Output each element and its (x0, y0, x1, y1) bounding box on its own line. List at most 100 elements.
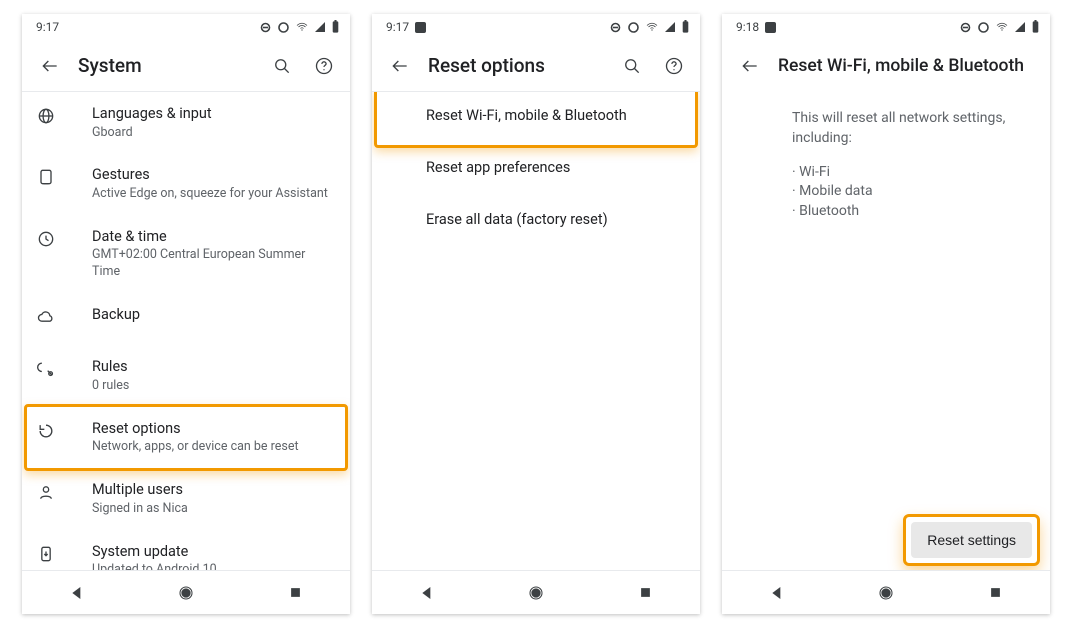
reset-option-reset-wi-fi-mobile-bluetooth[interactable]: Reset Wi-Fi, mobile & Bluetooth (372, 92, 700, 144)
nav-recents-icon (288, 585, 303, 600)
nav-home-icon (178, 585, 194, 601)
setting-item-title: Languages & input (92, 104, 334, 124)
setting-item-subtitle: Active Edge on, squeeze for your Assista… (92, 186, 334, 203)
phone-screen-reset-options: 9:17 Reset options (372, 14, 700, 614)
search-button[interactable] (262, 46, 302, 86)
app-bar: Reset options (372, 40, 700, 92)
nav-recents-button[interactable] (975, 573, 1015, 613)
content-area: Reset Wi-Fi, mobile & Bluetooth Reset app… (372, 92, 700, 570)
back-button[interactable] (732, 48, 768, 84)
nav-home-button[interactable] (516, 573, 556, 613)
setting-item-subtitle: Updated to Android 10 (92, 562, 334, 570)
reset-settings-button[interactable]: Reset settings (911, 522, 1032, 558)
reset-option-label: Erase all data (factory reset) (426, 210, 684, 230)
status-icons (609, 20, 690, 34)
setting-item-title: Multiple users (92, 480, 334, 500)
nav-bar (722, 570, 1050, 614)
signal-icon (314, 21, 326, 33)
setting-item-date-time[interactable]: Date & timeGMT+02:00 Central European Su… (22, 215, 350, 293)
reset-icon (36, 421, 56, 441)
circle-icon (977, 21, 990, 34)
status-icons (959, 20, 1040, 34)
setting-item-gestures[interactable]: GesturesActive Edge on, squeeze for your… (22, 153, 350, 214)
setting-item-title: Date & time (92, 227, 334, 247)
reset-option-reset-app-preferences[interactable]: Reset app preferences (372, 144, 700, 196)
setting-item-title: Gestures (92, 165, 334, 185)
back-arrow-icon (40, 56, 60, 76)
setting-item-rules[interactable]: Rules0 rules (22, 345, 350, 406)
setting-item-subtitle: Network, apps, or device can be reset (92, 439, 334, 456)
nav-recents-button[interactable] (625, 573, 665, 613)
reset-option-label: Reset Wi-Fi, mobile & Bluetooth (426, 106, 684, 126)
reset-option-erase-all-data-factory-reset[interactable]: Erase all data (factory reset) (372, 196, 700, 248)
setting-item-reset-options[interactable]: Reset optionsNetwork, apps, or device ca… (22, 407, 350, 468)
battery-icon (681, 20, 690, 34)
cloud-icon (36, 307, 56, 327)
help-icon (314, 56, 334, 76)
phone-screen-system: 9:17 System (22, 14, 350, 614)
content-area: This will reset all network settings, in… (722, 92, 1050, 570)
content-area: Languages & inputGboardGesturesActive Ed… (22, 92, 350, 570)
setting-item-icon (36, 357, 92, 379)
clock-icon (36, 229, 56, 249)
reset-description-text: This will reset all network settings, in… (792, 108, 1032, 149)
setting-item-title: Reset options (92, 419, 334, 439)
nav-home-icon (528, 585, 544, 601)
setting-item-subtitle: Gboard (92, 125, 334, 142)
back-button[interactable] (32, 48, 68, 84)
status-time: 9:18 (736, 20, 759, 34)
battery-icon (331, 20, 340, 34)
setting-item-icon (36, 542, 92, 564)
bullet-item: Wi-Fi (792, 163, 1032, 183)
nav-home-button[interactable] (166, 573, 206, 613)
search-icon (622, 56, 642, 76)
nav-home-icon (878, 585, 894, 601)
setting-item-system-update[interactable]: System updateUpdated to Android 10 (22, 530, 350, 571)
status-bar: 9:18 (722, 14, 1050, 40)
status-time: 9:17 (36, 20, 59, 34)
dnd-icon (959, 21, 972, 34)
nav-recents-icon (988, 585, 1003, 600)
setting-item-icon (36, 165, 92, 187)
setting-item-languages-input[interactable]: Languages & inputGboard (22, 92, 350, 153)
search-button[interactable] (612, 46, 652, 86)
screenshot-badge-icon (765, 22, 776, 33)
nav-recents-button[interactable] (275, 573, 315, 613)
setting-item-icon (36, 227, 92, 249)
circle-icon (627, 21, 640, 34)
setting-item-icon (36, 305, 92, 327)
nav-back-button[interactable] (57, 573, 97, 613)
signal-icon (664, 21, 676, 33)
app-bar: System (22, 40, 350, 92)
status-time: 9:17 (386, 20, 409, 34)
page-title: Reset options (428, 54, 612, 77)
nav-back-icon (69, 585, 85, 601)
back-button[interactable] (382, 48, 418, 84)
setting-item-icon (36, 419, 92, 441)
dnd-icon (609, 21, 622, 34)
reset-option-label: Reset app preferences (426, 158, 684, 178)
page-title: Reset Wi-Fi, mobile & Bluetooth (778, 56, 1044, 76)
gestures-icon (36, 167, 56, 187)
screenshot-badge-icon (415, 22, 426, 33)
phone-screen-reset-wifi: 9:18 Reset Wi-Fi, mobile & Bluetooth Thi… (722, 14, 1050, 614)
setting-item-multiple-users[interactable]: Multiple usersSigned in as Nica (22, 468, 350, 529)
help-button[interactable] (654, 46, 694, 86)
setting-item-subtitle: GMT+02:00 Central European Summer Time (92, 247, 334, 281)
help-icon (664, 56, 684, 76)
help-button[interactable] (304, 46, 344, 86)
nav-back-icon (419, 585, 435, 601)
nav-home-button[interactable] (866, 573, 906, 613)
nav-back-button[interactable] (407, 573, 447, 613)
setting-item-subtitle: Signed in as Nica (92, 501, 334, 518)
nav-bar (22, 570, 350, 614)
back-arrow-icon (740, 56, 760, 76)
nav-back-button[interactable] (757, 573, 797, 613)
setting-item-backup[interactable]: Backup (22, 293, 350, 345)
app-bar: Reset Wi-Fi, mobile & Bluetooth (722, 40, 1050, 92)
setting-item-title: Rules (92, 357, 334, 377)
circle-icon (277, 21, 290, 34)
rules-icon (36, 359, 56, 379)
reset-description: This will reset all network settings, in… (722, 92, 1050, 221)
nav-back-icon (769, 585, 785, 601)
